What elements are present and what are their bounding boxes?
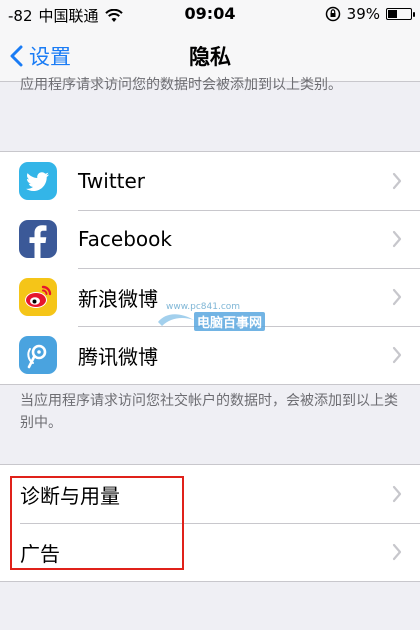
watermark-url: www.pc841.com [166, 302, 241, 312]
watermark-name: 电脑百事网 [194, 312, 266, 331]
chevron-right-icon [392, 230, 402, 248]
chevron-right-icon [392, 346, 402, 364]
social-accounts-group: Twitter Facebook 新浪微博 腾讯微博 [0, 151, 420, 385]
watermark: www.pc841.com 电脑百事网 [156, 302, 276, 332]
page-title: 隐私 [189, 45, 231, 69]
battery-percent: 39% [346, 5, 380, 23]
facebook-icon [19, 220, 57, 258]
chevron-right-icon [392, 172, 402, 190]
watermark-swirl-icon [158, 314, 194, 326]
list-item-tencent-weibo[interactable]: 腾讯微博 [0, 326, 420, 384]
chevron-right-icon [392, 485, 402, 503]
chevron-right-icon [392, 288, 402, 306]
battery-icon [386, 8, 415, 20]
section-footer-top: 应用程序请求访问您的数据时会被添加到以上类别。 [20, 77, 342, 93]
sina-weibo-icon [19, 278, 57, 316]
rotation-lock-icon [325, 6, 340, 22]
status-right: 39% [325, 5, 415, 23]
status-bar: -82 中国联通 09:04 39% [0, 0, 420, 28]
list-item-facebook[interactable]: Facebook [0, 210, 420, 268]
facebook-label: Facebook [78, 227, 172, 251]
twitter-icon [19, 162, 57, 200]
privacy-screen: -82 中国联通 09:04 39% 设置 隐私 应用程序请求访问您的数据时会被… [0, 0, 420, 630]
list-item-twitter[interactable]: Twitter [0, 152, 420, 210]
chevron-right-icon [392, 543, 402, 561]
sina-weibo-label: 新浪微博 [78, 286, 158, 311]
social-section-footer: 当应用程序请求访问您社交帐户的数据时，会被添加到以上类别中。 [20, 393, 398, 431]
battery-level-fill [388, 10, 397, 18]
highlight-annotation-box [10, 476, 184, 570]
tencent-weibo-icon [19, 336, 57, 374]
tencent-weibo-label: 腾讯微博 [78, 344, 158, 369]
twitter-label: Twitter [78, 169, 146, 193]
